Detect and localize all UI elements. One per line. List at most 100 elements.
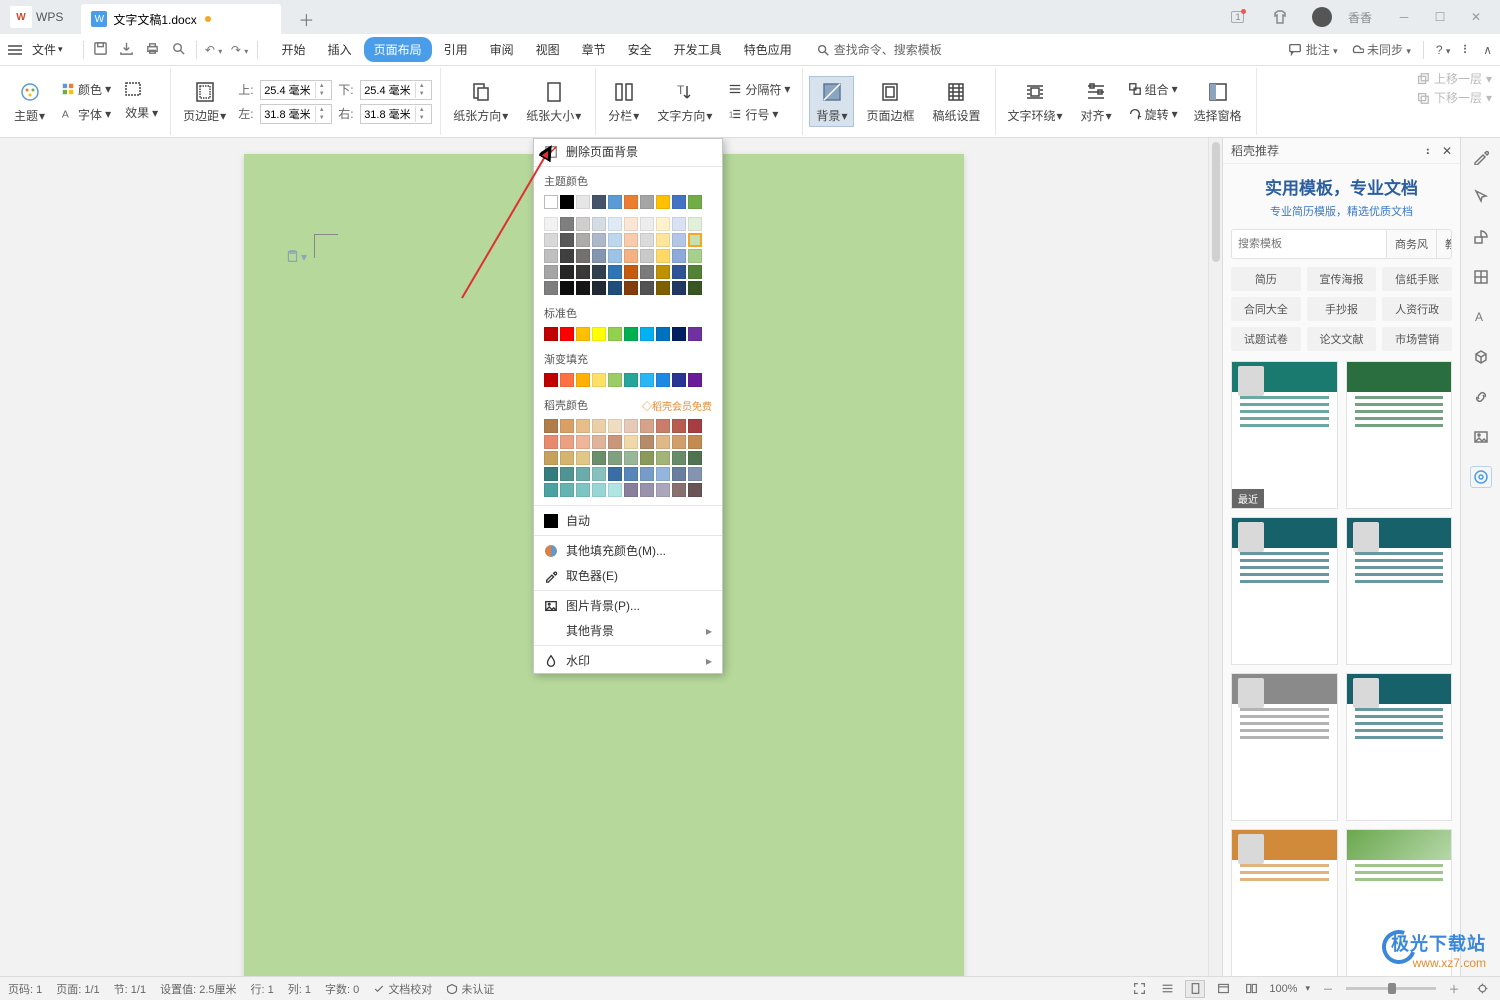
color-swatch[interactable] [560, 217, 574, 231]
color-swatch[interactable] [592, 281, 606, 295]
color-swatch[interactable] [656, 217, 670, 231]
new-tab-button[interactable]: ＋ [291, 4, 321, 34]
color-swatch[interactable] [672, 451, 686, 465]
color-swatch[interactable] [608, 281, 622, 295]
paste-options-icon[interactable]: ▾ [286, 250, 307, 264]
docer-tag[interactable]: 试题试卷 [1231, 327, 1301, 351]
color-swatch[interactable] [560, 233, 574, 247]
color-swatch[interactable] [656, 373, 670, 387]
status-page-no[interactable]: 页码: 1 [8, 981, 42, 997]
docer-tag[interactable]: 人资行政 [1382, 297, 1452, 321]
color-swatch[interactable] [560, 265, 574, 279]
color-swatch[interactable] [608, 373, 622, 387]
color-swatch[interactable] [624, 451, 638, 465]
color-swatch[interactable] [672, 373, 686, 387]
status-section[interactable]: 节: 1/1 [114, 981, 146, 997]
color-swatch[interactable] [656, 435, 670, 449]
color-swatch[interactable] [544, 327, 558, 341]
theme-shade-grid[interactable] [534, 215, 722, 301]
color-swatch[interactable] [592, 373, 606, 387]
color-swatch[interactable] [688, 373, 702, 387]
theme-color-button[interactable]: 颜色▾ [57, 79, 115, 100]
group-button[interactable]: 组合▾ [1124, 79, 1182, 100]
color-swatch[interactable] [640, 373, 654, 387]
color-swatch[interactable] [640, 233, 654, 247]
move-down-button[interactable]: 下移一层▾ [1416, 89, 1492, 106]
color-swatch[interactable] [640, 265, 654, 279]
align-button[interactable]: 对齐▾ [1075, 77, 1118, 126]
docer-color-grid[interactable] [534, 417, 722, 503]
color-swatch[interactable] [688, 217, 702, 231]
color-swatch[interactable] [656, 249, 670, 263]
color-swatch[interactable] [640, 483, 654, 497]
tab-pagelayout[interactable]: 页面布局 [364, 37, 432, 62]
color-swatch[interactable] [624, 195, 638, 209]
color-swatch[interactable] [672, 467, 686, 481]
view-page-icon[interactable] [1185, 980, 1205, 998]
doc-scrollbar[interactable] [1208, 138, 1222, 976]
save-icon[interactable] [92, 41, 110, 59]
template-thumb[interactable] [1231, 517, 1338, 665]
color-swatch[interactable] [656, 467, 670, 481]
margins-button[interactable]: 页边距▾ [177, 77, 232, 126]
color-swatch[interactable] [576, 233, 590, 247]
docer-tag[interactable]: 信纸手账 [1382, 267, 1452, 291]
sync-button[interactable]: 未同步 ▾ [1350, 41, 1411, 58]
rail-shape-icon[interactable] [1470, 226, 1492, 248]
rotate-button[interactable]: 旋转▾ [1124, 104, 1182, 125]
zoom-value[interactable]: 100% [1269, 983, 1297, 995]
color-swatch[interactable] [576, 373, 590, 387]
export-icon[interactable] [118, 41, 136, 59]
color-swatch[interactable] [560, 327, 574, 341]
color-swatch[interactable] [688, 451, 702, 465]
status-page[interactable]: 页面: 1/1 [56, 981, 99, 997]
color-swatch[interactable] [544, 195, 558, 209]
color-swatch[interactable] [544, 435, 558, 449]
docer-tag[interactable]: 合同大全 [1231, 297, 1301, 321]
color-swatch[interactable] [608, 265, 622, 279]
color-swatch[interactable] [624, 483, 638, 497]
color-swatch[interactable] [688, 233, 702, 247]
color-swatch[interactable] [672, 327, 686, 341]
tab-special[interactable]: 特色应用 [734, 37, 802, 62]
color-swatch[interactable] [576, 467, 590, 481]
image-background-item[interactable]: 图片背景(P)... [534, 593, 722, 618]
docer-tab-business[interactable]: 商务风 [1386, 230, 1436, 258]
color-swatch[interactable] [560, 483, 574, 497]
text-direction-button[interactable]: T文字方向▾ [651, 77, 718, 126]
theme-font-button[interactable]: A字体▾ [57, 104, 115, 125]
user-area[interactable] [1306, 4, 1338, 30]
color-swatch[interactable] [656, 265, 670, 279]
color-swatch[interactable] [688, 327, 702, 341]
text-wrap-button[interactable]: 文字环绕▾ [1002, 77, 1069, 126]
color-swatch[interactable] [688, 281, 702, 295]
color-swatch[interactable] [592, 451, 606, 465]
margin-left-input[interactable]: ▲▼ [260, 104, 332, 124]
docer-tag[interactable]: 市场营销 [1382, 327, 1452, 351]
color-swatch[interactable] [656, 233, 670, 247]
color-swatch[interactable] [560, 467, 574, 481]
color-swatch[interactable] [592, 265, 606, 279]
color-swatch[interactable] [544, 217, 558, 231]
rail-text-icon[interactable]: A [1470, 306, 1492, 328]
zoom-in-icon[interactable]: ＋ [1444, 980, 1464, 998]
color-swatch[interactable] [592, 327, 606, 341]
docer-tag[interactable]: 简历 [1231, 267, 1301, 291]
tab-insert[interactable]: 插入 [318, 37, 362, 62]
color-swatch[interactable] [640, 281, 654, 295]
color-swatch[interactable] [592, 233, 606, 247]
color-swatch[interactable] [560, 281, 574, 295]
template-thumb[interactable] [1346, 517, 1453, 665]
watermark-item[interactable]: 水印▸ [534, 648, 722, 673]
color-swatch[interactable] [656, 281, 670, 295]
rail-image-icon[interactable] [1470, 426, 1492, 448]
color-swatch[interactable] [592, 195, 606, 209]
print-icon[interactable] [144, 41, 162, 59]
color-swatch[interactable] [688, 195, 702, 209]
status-notverified[interactable]: 未认证 [446, 981, 494, 997]
color-swatch[interactable] [608, 467, 622, 481]
rail-cursor-icon[interactable] [1470, 186, 1492, 208]
color-swatch[interactable] [576, 217, 590, 231]
rail-cube-icon[interactable] [1470, 346, 1492, 368]
color-swatch[interactable] [656, 195, 670, 209]
